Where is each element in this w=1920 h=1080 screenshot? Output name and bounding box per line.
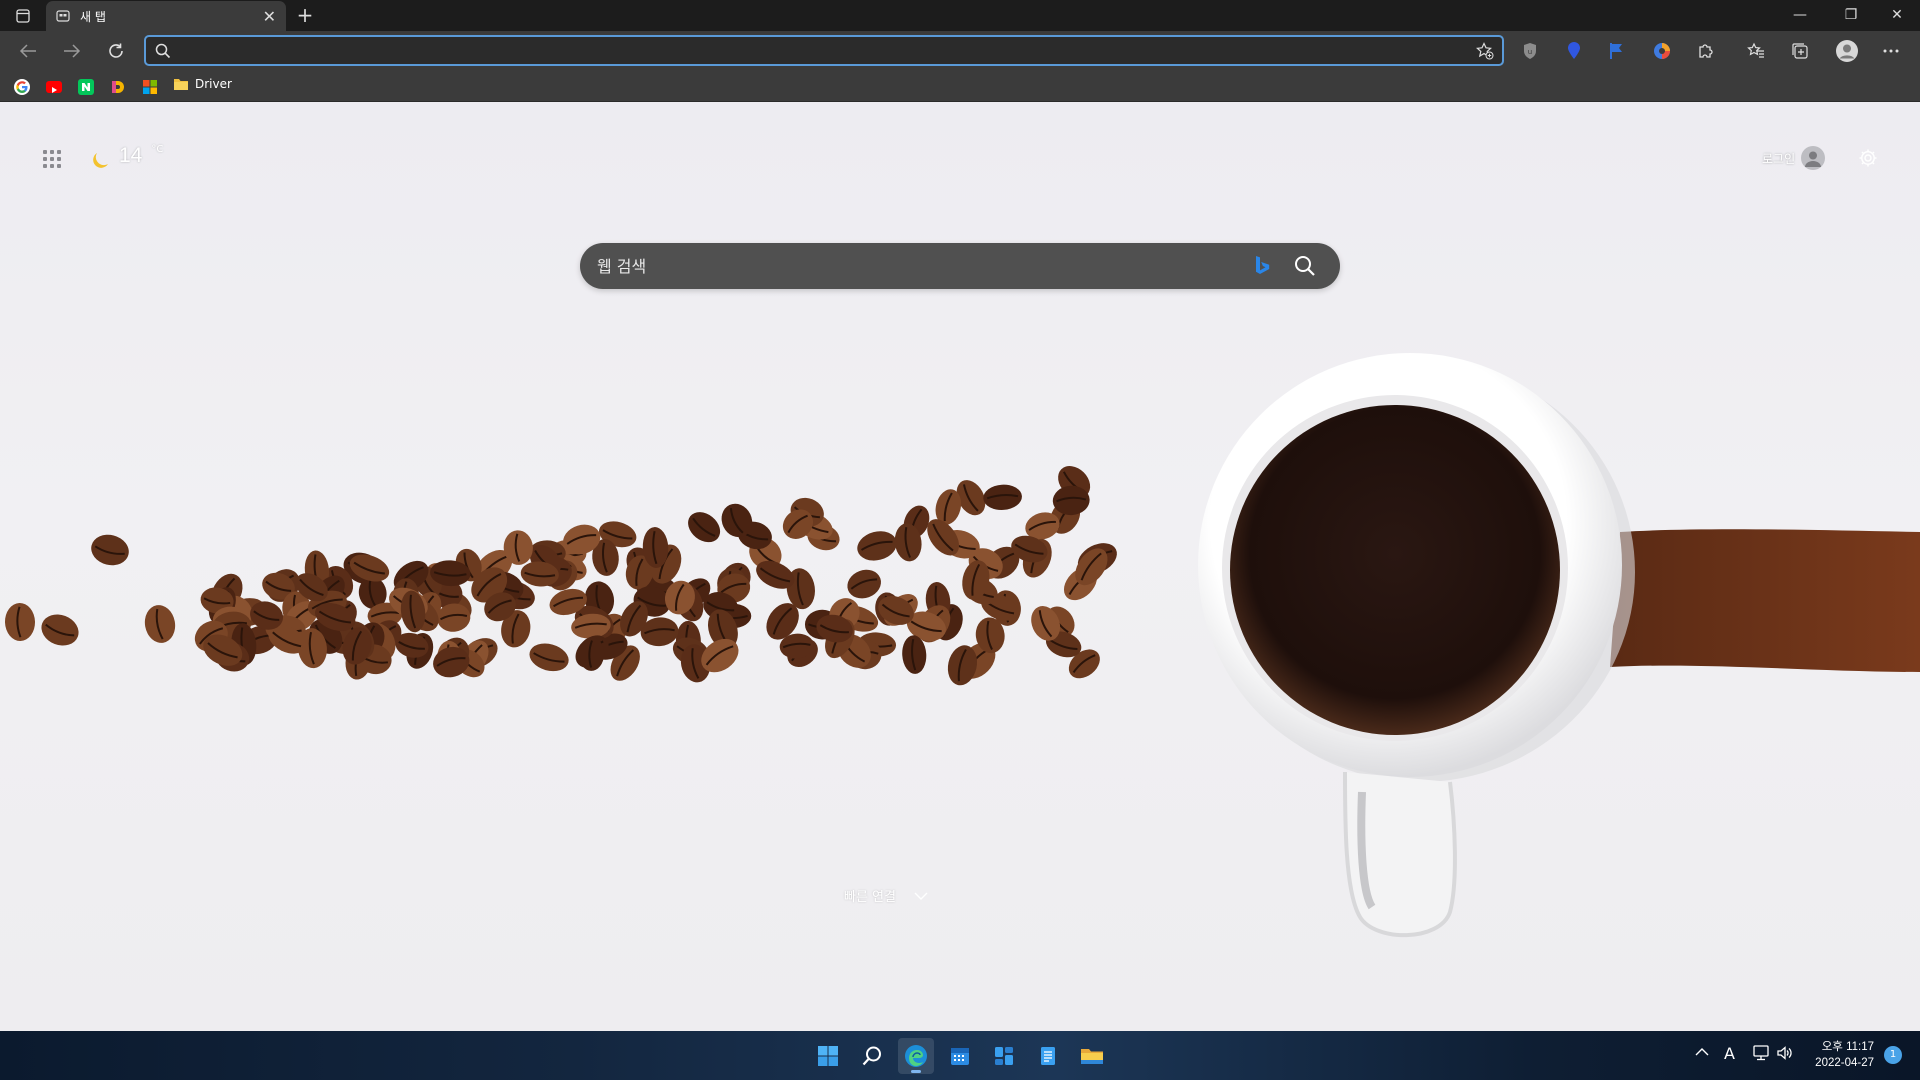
location-pin-icon — [1568, 42, 1580, 59]
profile-button[interactable] — [1833, 37, 1861, 65]
notepad-taskbar-button[interactable] — [1030, 1038, 1066, 1074]
tab-actions-button[interactable] — [8, 3, 38, 29]
favorites-button[interactable] — [1743, 39, 1769, 63]
bookmark-folder-label: Driver — [195, 77, 232, 91]
svg-text:u: u — [1528, 48, 1532, 56]
tab-actions-icon — [16, 9, 30, 23]
search-icon — [155, 43, 171, 59]
profile-avatar-icon — [1836, 40, 1858, 62]
temperature-value: 14 — [119, 144, 143, 167]
arrow-right-icon — [64, 44, 81, 58]
close-window-button[interactable]: ✕ — [1874, 0, 1920, 31]
notepad-icon — [1041, 1047, 1055, 1065]
gear-icon[interactable] — [1858, 148, 1878, 168]
taskbar-search-button[interactable] — [854, 1038, 890, 1074]
web-search-box[interactable] — [580, 243, 1340, 289]
extensions-button[interactable] — [1693, 39, 1719, 63]
search-icon[interactable] — [1293, 254, 1317, 278]
input-language-indicator[interactable]: A — [1724, 1044, 1735, 1063]
add-favorite-icon[interactable] — [1476, 42, 1494, 60]
start-button[interactable] — [810, 1038, 846, 1074]
folder-icon — [174, 79, 188, 90]
tab-close-icon[interactable]: ✕ — [263, 7, 276, 26]
arrow-left-icon — [19, 44, 36, 58]
more-dots-icon — [1883, 49, 1899, 53]
d-icon[interactable] — [110, 79, 126, 95]
apps-launcher-icon[interactable] — [43, 150, 61, 168]
favorites-list-icon — [1747, 42, 1764, 58]
background-coffee-image — [4, 353, 1920, 938]
color-extension[interactable] — [1649, 39, 1675, 63]
refresh-icon — [109, 43, 123, 58]
widgets-taskbar-button[interactable] — [986, 1038, 1022, 1074]
naver-icon[interactable] — [78, 79, 94, 95]
address-input[interactable] — [176, 37, 1466, 64]
restore-button[interactable]: ❐ — [1828, 0, 1874, 31]
active-indicator — [911, 1070, 921, 1073]
file-explorer-taskbar-button[interactable] — [1074, 1038, 1110, 1074]
refresh-button[interactable] — [101, 37, 131, 65]
forward-button[interactable] — [57, 37, 87, 65]
puzzle-icon — [1699, 44, 1713, 58]
login-button[interactable]: 로그인 — [1762, 146, 1826, 170]
minimize-button[interactable]: — — [1777, 0, 1823, 31]
bookmark-folder-driver[interactable]: Driver — [173, 77, 232, 91]
settings-more-button[interactable] — [1878, 39, 1904, 63]
tray-overflow-icon[interactable] — [1695, 1045, 1709, 1061]
title-bar: 새 탭 ✕ + — ❐ ✕ — [0, 0, 1920, 31]
bitwarden-extension[interactable] — [1561, 39, 1587, 63]
ublock-extension[interactable]: u — [1517, 39, 1543, 63]
flag-icon — [1610, 43, 1622, 59]
moon-icon — [93, 153, 108, 168]
flag-extension[interactable] — [1604, 39, 1630, 63]
youtube-icon[interactable] — [46, 81, 62, 93]
volume-icon[interactable] — [1776, 1045, 1794, 1065]
bing-logo-icon[interactable] — [1254, 255, 1270, 277]
back-button[interactable] — [13, 37, 43, 65]
windows-logo-icon — [818, 1046, 838, 1066]
shield-icon: u — [1524, 43, 1536, 59]
chevron-down-icon — [914, 892, 928, 900]
calendar-icon — [951, 1048, 969, 1065]
collections-button[interactable] — [1787, 39, 1813, 63]
login-label: 로그인 — [1762, 151, 1796, 166]
address-bar[interactable] — [144, 35, 1504, 66]
browser-toolbar: u — [0, 31, 1920, 71]
taskbar: A 오후 11:17 2022-04-27 1 — [0, 1031, 1920, 1080]
quick-links-label: 빠른 연결 — [844, 890, 896, 905]
google-icon[interactable] — [14, 79, 30, 95]
edge-icon — [905, 1045, 927, 1067]
search-input[interactable] — [597, 243, 1217, 289]
system-clock[interactable]: 오후 11:17 2022-04-27 — [1806, 1039, 1874, 1071]
tab-new-tab[interactable]: 새 탭 ✕ — [46, 1, 286, 31]
bookmarks-bar: Driver — [0, 71, 1920, 102]
new-tab-button[interactable]: + — [292, 4, 318, 28]
search-icon — [862, 1046, 881, 1066]
folder-icon — [1081, 1049, 1103, 1064]
color-picker-icon — [1654, 43, 1670, 59]
network-icon[interactable] — [1753, 1045, 1771, 1065]
clock-date: 2022-04-27 — [1815, 1057, 1874, 1069]
microsoft-icon[interactable] — [142, 79, 158, 95]
edge-taskbar-button[interactable] — [898, 1038, 934, 1074]
weather-widget[interactable]: 14 °C — [91, 144, 163, 169]
collections-icon — [1792, 43, 1808, 59]
tab-title: 새 탭 — [80, 9, 106, 24]
user-avatar-icon — [1801, 146, 1826, 170]
quick-links-toggle[interactable]: 빠른 연결 — [844, 886, 928, 905]
widgets-icon — [995, 1047, 1013, 1065]
calendar-taskbar-button[interactable] — [942, 1038, 978, 1074]
temperature-unit: °C — [151, 144, 164, 155]
new-tab-page: 14 °C 로그인 빠른 연결 — [0, 102, 1920, 1031]
notification-badge[interactable]: 1 — [1884, 1046, 1902, 1064]
new-tab-page-icon — [56, 10, 70, 22]
clock-time: 오후 11:17 — [1821, 1041, 1874, 1053]
